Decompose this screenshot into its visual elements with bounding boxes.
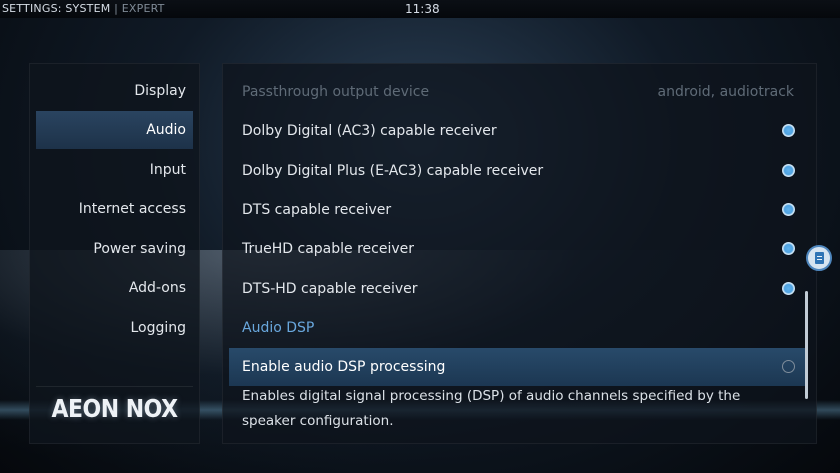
setting-eac3-receiver[interactable]: Dolby Digital Plus (E-AC3) capable recei… <box>229 152 806 190</box>
setting-passthrough-output-device[interactable]: Passthrough output device android, audio… <box>229 73 806 111</box>
sidebar-item-power-saving[interactable]: Power saving <box>36 230 193 268</box>
sidebar-item-input[interactable]: Input <box>36 151 193 189</box>
scrollbar[interactable] <box>805 291 808 399</box>
setting-label: Passthrough output device <box>242 84 430 100</box>
skin-logo: AEON NOX <box>51 395 178 424</box>
sidebar-divider <box>36 386 193 387</box>
radio-on-icon[interactable] <box>782 124 795 137</box>
setting-truehd-receiver[interactable]: TrueHD capable receiver <box>229 230 806 268</box>
sidebar-item-display[interactable]: Display <box>36 72 193 110</box>
setting-label: TrueHD capable receiver <box>242 241 414 257</box>
title-separator: | <box>114 2 119 15</box>
setting-ac3-receiver[interactable]: Dolby Digital (AC3) capable receiver <box>229 112 806 150</box>
sidebar-item-internet-access[interactable]: Internet access <box>36 190 193 228</box>
setting-enable-audio-dsp[interactable]: Enable audio DSP processing <box>229 348 806 386</box>
settings-panel: Passthrough output device android, audio… <box>222 63 817 444</box>
header-bar: SETTINGS: SYSTEM | EXPERT 11:38 <box>0 0 840 18</box>
radio-on-icon[interactable] <box>782 164 795 177</box>
setting-label: Dolby Digital Plus (E-AC3) capable recei… <box>242 163 544 179</box>
setting-value: android, audiotrack <box>657 84 794 100</box>
settings-level-label: EXPERT <box>121 2 165 15</box>
setting-label: Dolby Digital (AC3) capable receiver <box>242 123 497 139</box>
page-title-text: SETTINGS: SYSTEM <box>2 2 111 15</box>
setting-description: Enables digital signal processing (DSP) … <box>242 388 741 429</box>
clock: 11:38 <box>405 2 440 16</box>
radio-off-icon[interactable] <box>782 360 795 373</box>
setting-dts-receiver[interactable]: DTS capable receiver <box>229 191 806 229</box>
sidebar-item-add-ons[interactable]: Add-ons <box>36 269 193 307</box>
sidebar-item-logging[interactable]: Logging <box>36 309 193 347</box>
setting-label: DTS-HD capable receiver <box>242 281 418 297</box>
page-title: SETTINGS: SYSTEM | EXPERT <box>2 0 165 18</box>
sidebar-item-audio[interactable]: Audio <box>36 111 193 149</box>
radio-on-icon[interactable] <box>782 203 795 216</box>
setting-dtshd-receiver[interactable]: DTS-HD capable receiver <box>229 270 806 308</box>
section-header-audio-dsp: Audio DSP <box>242 320 315 336</box>
document-icon <box>815 252 824 264</box>
sidebar: Display Audio Input Internet access Powe… <box>29 63 200 444</box>
setting-label: Enable audio DSP processing <box>242 359 446 375</box>
setting-label: DTS capable receiver <box>242 202 392 218</box>
radio-on-icon[interactable] <box>782 282 795 295</box>
document-info-icon[interactable] <box>806 245 832 271</box>
radio-on-icon[interactable] <box>782 242 795 255</box>
